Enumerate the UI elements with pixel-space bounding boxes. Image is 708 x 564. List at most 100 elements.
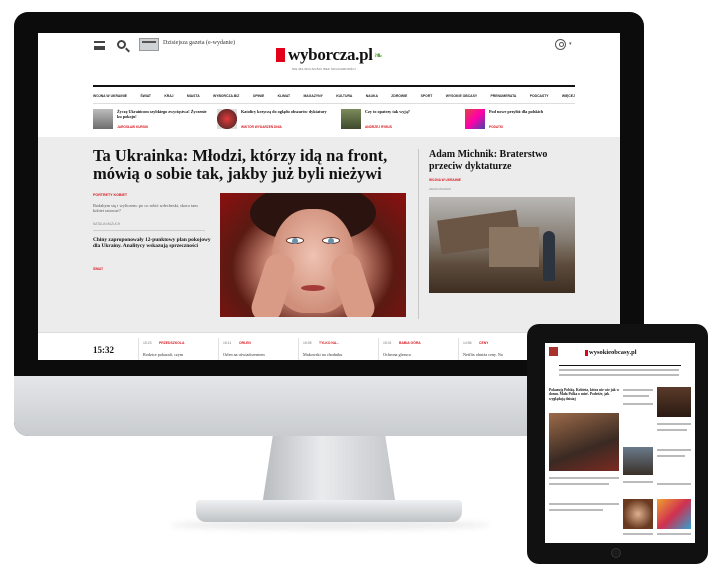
secondary-tag[interactable]: ŚWIAT xyxy=(93,267,103,271)
tablet-text xyxy=(623,395,649,397)
photo-eye xyxy=(322,237,340,244)
ticker-item[interactable]: 15:05 TYLKO NA... Makowski na chodniku xyxy=(298,338,374,360)
ticker-time: 15:23 xyxy=(143,341,152,345)
tablet-text xyxy=(549,509,603,511)
ticker-item[interactable]: 15:11 ORLEN Orlen na oświadczeniom xyxy=(218,338,294,360)
tablet-text xyxy=(657,423,691,425)
chevron-down-icon[interactable]: ▾ xyxy=(569,41,572,47)
teaser-image xyxy=(465,109,485,129)
user-account-icon[interactable] xyxy=(555,39,566,50)
teaser-item[interactable]: Katolicy krzyczą do oglądu obszarów dykt… xyxy=(217,107,337,135)
main-author: NATALIA MAZUCH xyxy=(93,222,121,226)
tablet-photo[interactable] xyxy=(657,387,691,417)
ticker-item[interactable]: 15:23 PRZEDSZKOLA Rodzice pokazali, czym xyxy=(138,338,214,360)
nav-item[interactable]: PODCASTY xyxy=(530,94,549,98)
site-logo[interactable]: wyborcza.pl ❧ xyxy=(276,45,383,65)
main-article-photo[interactable] xyxy=(220,193,406,317)
nav-item[interactable]: OPINIE xyxy=(253,94,265,98)
nav-item[interactable]: SPORT xyxy=(421,94,433,98)
monitor-base xyxy=(196,500,462,522)
main-lead: Bodabym się i wyliczem: po co robić sołe… xyxy=(93,203,198,214)
nav-item[interactable]: WOJNA W UKRAINIE xyxy=(93,94,127,98)
teaser-author: PODATKI xyxy=(489,125,504,129)
main-kicker[interactable]: PORTRETY KOBIET xyxy=(93,193,127,197)
tablet-photo[interactable] xyxy=(657,499,691,529)
teaser-item[interactable]: Życzę Ukraińcom szybkiego zwycięstwa! Ży… xyxy=(93,107,213,135)
tablet-text xyxy=(623,389,653,391)
nav-item[interactable]: KULTURA xyxy=(336,94,352,98)
tablet-photo[interactable] xyxy=(623,447,653,475)
teaser-title[interactable]: Katolicy krzyczą do oglądu obszarów dykt… xyxy=(241,109,333,114)
divider xyxy=(93,230,205,231)
ticker-item[interactable]: 15:01 BABIA GÓRA Ochrona gleasca xyxy=(378,338,454,360)
tablet-text xyxy=(623,533,653,535)
monitor-stand xyxy=(262,436,396,506)
teaser-item[interactable]: Czy to opatrzy tak wyją? ANDRZEJ RYBUS xyxy=(341,107,461,135)
tablet-text xyxy=(657,455,685,457)
tablet-logo-mark xyxy=(585,349,588,356)
tablet-text xyxy=(549,503,619,505)
nav-item[interactable]: WYBORCZA.BIZ xyxy=(213,94,239,98)
ticker-item[interactable]: 14:56 CENY Netflix obniża ceny. Na xyxy=(458,338,534,360)
logo-mark xyxy=(276,48,285,62)
ticker-text[interactable]: Ochrona gleasca xyxy=(383,352,411,357)
secondary-headline[interactable]: Chiny zaproponowały 12-punktowy plan pok… xyxy=(93,237,211,250)
tablet-headline[interactable]: Pokazuję Polskę. Kobieta, która nie wie … xyxy=(549,388,621,401)
nav-item[interactable]: ZDROWIE xyxy=(391,94,407,98)
ticker-time: 15:05 xyxy=(303,341,312,345)
tablet-nav[interactable] xyxy=(559,369,679,371)
e-paper-link[interactable]: Dzisiejsza gazeta (e-wydanie) xyxy=(163,40,235,46)
teaser-item[interactable]: Pod nowe przyłóż dla polskich PODATKI xyxy=(465,107,585,135)
teaser-image xyxy=(217,109,237,129)
teaser-title[interactable]: Czy to opatrzy tak wyją? xyxy=(365,109,457,114)
ticker-time: 15:11 xyxy=(223,341,232,345)
tablet-text xyxy=(623,403,653,405)
tablet-magazine-thumbnail[interactable] xyxy=(549,347,558,356)
ticker-text[interactable]: Netflix obniża ceny. Na xyxy=(463,352,503,357)
photo-ruins xyxy=(489,227,539,267)
tablet-photo[interactable] xyxy=(623,499,653,529)
tablet-logo[interactable]: wysokieobcasy.pl xyxy=(585,349,637,356)
nav-item[interactable]: NAUKA xyxy=(366,94,378,98)
photo-eye xyxy=(286,237,304,244)
hamburger-menu-icon[interactable] xyxy=(94,41,105,50)
nav-item[interactable]: KRAJ xyxy=(164,94,173,98)
column-divider xyxy=(418,149,419,319)
logo-leaf-icon: ❧ xyxy=(373,49,383,62)
main-headline[interactable]: Ta Ukrainka: Młodzi, którzy idą na front… xyxy=(93,147,413,183)
ticker-category[interactable]: BABIA GÓRA xyxy=(399,341,421,345)
ticker-text[interactable]: Makowski na chodniku xyxy=(303,352,342,357)
nav-rule-bottom xyxy=(93,103,575,104)
tablet-nav[interactable] xyxy=(559,374,679,376)
ticker-category[interactable]: ORLEN xyxy=(239,341,251,345)
nav-item[interactable]: WIĘCEJ xyxy=(562,94,575,98)
side-headline[interactable]: Adam Michnik: Braterstwo przeciw dyktatu… xyxy=(429,149,579,173)
nav-item[interactable]: PRENUMERATA xyxy=(491,94,517,98)
nav-rule xyxy=(93,85,575,87)
tablet-main-photo[interactable] xyxy=(549,413,619,471)
tablet-home-button[interactable] xyxy=(611,548,621,558)
ticker-category[interactable]: PRZEDSZKOLA xyxy=(159,341,184,345)
main-nav: WOJNA W UKRAINIE ŚWIAT KRAJ MIASTA WYBORCZA.… xyxy=(93,90,575,102)
ticker-text[interactable]: Rodzice pokazali, czym xyxy=(143,352,183,357)
tablet-logo-text: wysokieobcasy.pl xyxy=(589,349,637,356)
ticker-category[interactable]: TYLKO NA... xyxy=(319,341,339,345)
newspaper-thumbnail[interactable] xyxy=(139,38,159,51)
ticker-text[interactable]: Orlen na oświadczeniom xyxy=(223,352,265,357)
side-author: ADAM MICHNIK xyxy=(429,187,452,191)
tablet-nav-rule xyxy=(559,365,681,366)
ticker-category[interactable]: CENY xyxy=(479,341,488,345)
nav-item[interactable]: ŚWIAT xyxy=(140,94,151,98)
side-tag[interactable]: WOJNA W UKRAINIE xyxy=(429,178,461,182)
teaser-title[interactable]: Życzę Ukraińcom szybkiego zwycięstwa! Ży… xyxy=(117,109,209,119)
nav-item[interactable]: MIASTA xyxy=(187,94,200,98)
search-icon[interactable] xyxy=(117,40,126,49)
tablet-screen: wysokieobcasy.pl Pokazuję Polskę. Kobiet… xyxy=(545,343,695,543)
teaser-strip: Życzę Ukraińcom szybkiego zwycięstwa! Ży… xyxy=(93,107,575,135)
teaser-title[interactable]: Pod nowe przyłóż dla polskich xyxy=(489,109,581,114)
side-article-photo[interactable] xyxy=(429,197,575,293)
main-section: Ta Ukrainka: Młodzi, którzy idą na front… xyxy=(38,137,620,332)
nav-item[interactable]: WYSOKIE OBCASY xyxy=(446,94,477,98)
nav-item[interactable]: KLIMAT xyxy=(278,94,291,98)
nav-item[interactable]: MAGAZYNY xyxy=(303,94,322,98)
